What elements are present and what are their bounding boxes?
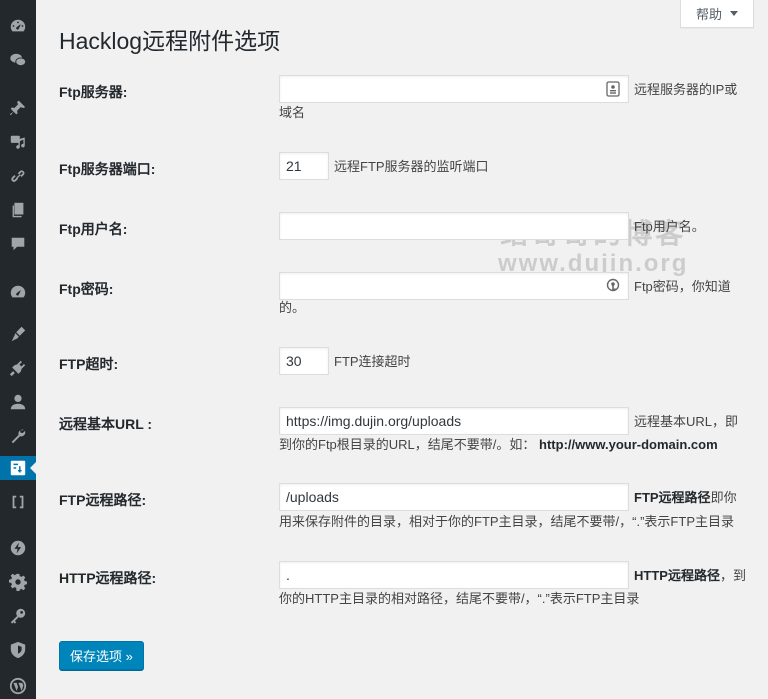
ftp-server-desc-cont: 域名: [279, 105, 306, 120]
http-path-desc-bold: HTTP远程路径: [634, 568, 720, 583]
comments-icon[interactable]: [0, 232, 36, 256]
admin-sidebar: [0, 0, 37, 699]
save-options-button[interactable]: 保存选项 »: [59, 641, 144, 670]
ftp-port-desc: 远程FTP服务器的监听端口: [334, 159, 489, 174]
http-path-label: HTTP远程路径:: [59, 570, 157, 586]
ftp-path-label: FTP远程路径:: [59, 492, 147, 508]
remote-url-input[interactable]: https://img.dujin.org/uploads: [279, 407, 629, 435]
http-path-desc-cont: 你的HTTP主目录的相对路径，结尾不要带/，“.”表示FTP主目录: [279, 591, 640, 606]
ftp-path-desc: FTP远程路径即你: [634, 487, 737, 509]
key-icon[interactable]: [0, 604, 36, 628]
ftp-port-label: Ftp服务器端口:: [59, 161, 156, 177]
shield-icon[interactable]: [0, 638, 36, 662]
tools-icon[interactable]: [0, 424, 36, 448]
ftp-user-input[interactable]: [279, 212, 629, 240]
http-path-desc: HTTP远程路径，到: [634, 565, 746, 587]
wordpress-icon[interactable]: [0, 674, 36, 698]
ftp-timeout-value: 30: [286, 353, 302, 369]
ftp-path-desc-text: 即你: [710, 490, 737, 505]
ftp-path-value: /uploads: [286, 489, 339, 505]
page-title: Hacklog远程附件选项: [59, 28, 281, 54]
password-manager-icon[interactable]: [606, 278, 620, 294]
gear-icon[interactable]: [0, 570, 36, 594]
remote-url-desc-cont: 到你的Ftp根目录的URL，结尾不要带/。如： http://www.your-…: [279, 434, 718, 456]
remote-url-desc-text: 到你的Ftp根目录的URL，结尾不要带/。如：: [279, 437, 536, 452]
ftp-server-input[interactable]: [279, 75, 629, 103]
caret-down-icon: [730, 11, 738, 16]
users-icon[interactable]: [0, 390, 36, 414]
media-icon[interactable]: [0, 130, 36, 154]
ftp-user-desc: Ftp用户名。: [634, 219, 705, 234]
settings-icon[interactable]: [0, 456, 37, 480]
ftp-port-value: 21: [286, 158, 302, 174]
remote-url-desc: 远程基本URL，即: [634, 414, 739, 429]
plugins-icon[interactable]: [0, 356, 36, 380]
appearance-icon[interactable]: [0, 322, 36, 346]
remote-url-value: https://img.dujin.org/uploads: [286, 413, 462, 429]
dashboard-icon[interactable]: [0, 14, 36, 38]
performance-icon[interactable]: [0, 280, 36, 304]
pages-icon[interactable]: [0, 198, 36, 222]
ftp-password-desc-cont: 的。: [279, 300, 306, 315]
ftp-password-input[interactable]: [279, 272, 629, 300]
http-path-desc-text: ，到: [719, 568, 746, 583]
http-path-value: .: [286, 567, 290, 583]
remote-url-label: 远程基本URL :: [59, 416, 153, 432]
ftp-password-desc: Ftp密码，你知道: [634, 279, 731, 294]
ftp-port-input[interactable]: 21: [279, 152, 329, 180]
ftp-path-desc-bold: FTP远程路径: [634, 490, 711, 505]
ftp-timeout-label: FTP超时:: [59, 356, 119, 372]
ftp-path-input[interactable]: /uploads: [279, 483, 629, 511]
ftp-server-label: Ftp服务器:: [59, 84, 128, 100]
link-icon[interactable]: [0, 164, 36, 188]
contact-card-icon[interactable]: [606, 81, 620, 97]
lightning-icon[interactable]: [0, 536, 36, 560]
ftp-server-desc: 远程服务器的IP或: [634, 82, 738, 97]
wechat-icon[interactable]: [0, 48, 36, 72]
ftp-timeout-desc: FTP连接超时: [334, 354, 411, 369]
help-tab-label: 帮助: [695, 7, 722, 22]
ftp-timeout-input[interactable]: 30: [279, 347, 329, 375]
remote-url-example: http://www.your-domain.com: [539, 437, 718, 452]
ftp-password-label: Ftp密码:: [59, 281, 114, 297]
pin-icon[interactable]: [0, 96, 36, 120]
http-path-input[interactable]: .: [279, 561, 629, 589]
ftp-path-desc-cont: 用来保存附件的目录，相对于你的FTP主目录，结尾不要带/，“.”表示FTP主目录: [279, 514, 734, 529]
help-tab-button[interactable]: 帮助: [680, 0, 754, 28]
ftp-user-label: Ftp用户名:: [59, 221, 128, 237]
brackets-icon[interactable]: [0, 490, 36, 514]
